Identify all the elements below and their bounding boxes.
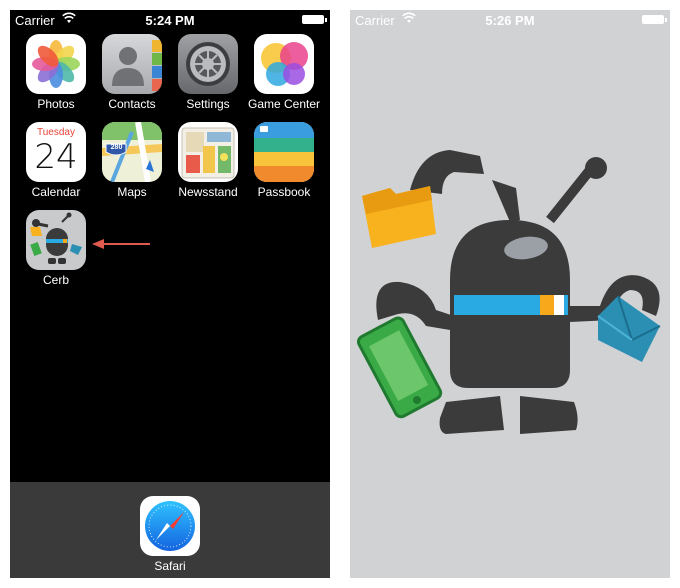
newsstand-icon xyxy=(178,122,238,182)
app-label: Passbook xyxy=(257,185,311,199)
status-bar: Carrier 5:24 PM xyxy=(10,10,330,30)
app-label: Contacts xyxy=(108,97,156,111)
status-time: 5:26 PM xyxy=(485,13,535,28)
battery-icon xyxy=(642,15,667,24)
app-label: Maps xyxy=(117,185,147,199)
app-game-center[interactable]: Game Center xyxy=(246,34,322,111)
app-label: Calendar xyxy=(31,185,81,199)
app-maps[interactable]: 280 Maps xyxy=(94,122,170,199)
app-label: Game Center xyxy=(247,97,321,111)
app-label: Safari xyxy=(154,559,186,573)
game-center-icon xyxy=(254,34,314,94)
app-contacts[interactable]: Contacts xyxy=(94,34,170,111)
app-label: Newsstand xyxy=(178,185,238,199)
route-shield-label: 280 xyxy=(110,144,123,151)
cerb-splash-screen: Carrier 5:26 PM xyxy=(350,10,670,578)
safari-compass-icon xyxy=(140,496,200,556)
phone-icon xyxy=(357,316,443,419)
cerb-robot-icon xyxy=(26,210,86,270)
home-screen: Carrier 5:24 PM Photos Contacts Settings… xyxy=(10,10,330,578)
app-newsstand[interactable]: Newsstand xyxy=(170,122,246,199)
calendar-day: 24 xyxy=(34,137,78,177)
app-calendar[interactable]: Tuesday 24 Calendar xyxy=(18,122,94,199)
app-cerb[interactable]: Cerb xyxy=(18,210,94,287)
app-settings[interactable]: Settings xyxy=(170,34,246,111)
status-time: 5:24 PM xyxy=(145,13,195,28)
app-passbook[interactable]: Passbook xyxy=(246,122,322,199)
app-safari[interactable]: Safari xyxy=(132,496,208,573)
app-photos[interactable]: Photos xyxy=(18,34,94,111)
contacts-icon xyxy=(102,34,162,94)
cerb-robot-illustration xyxy=(357,150,661,434)
battery-icon xyxy=(302,15,327,24)
status-bar: Carrier 5:26 PM xyxy=(350,10,670,30)
app-label: Settings xyxy=(186,97,230,111)
calendar-icon: Tuesday 24 xyxy=(26,122,86,182)
app-label: Photos xyxy=(37,97,75,111)
folder-icon xyxy=(362,186,436,248)
app-label: Cerb xyxy=(42,273,69,287)
pointer-arrow-icon xyxy=(92,239,150,249)
photos-icon xyxy=(26,34,86,94)
passbook-icon xyxy=(254,122,314,182)
dock: Safari xyxy=(10,482,330,578)
maps-icon: 280 xyxy=(102,122,162,182)
settings-gear-icon xyxy=(178,34,238,94)
